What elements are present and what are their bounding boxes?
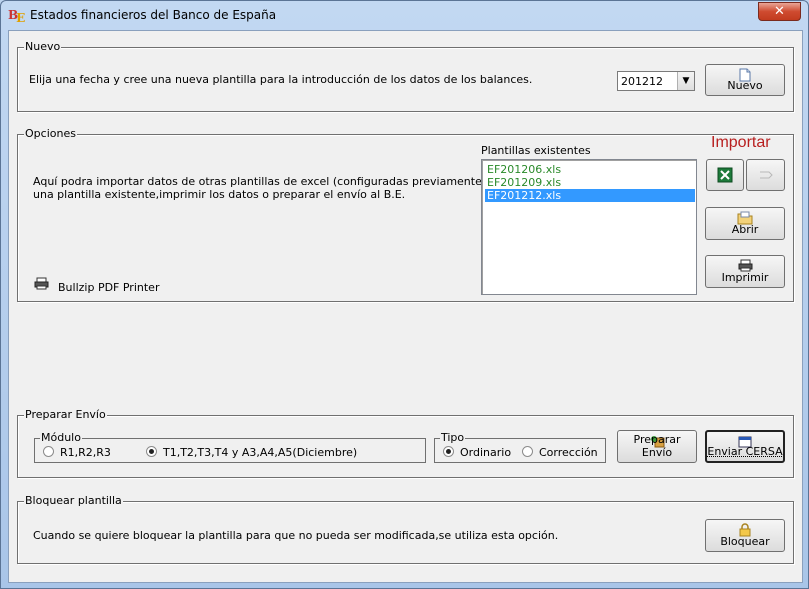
bloquear-button[interactable]: Bloquear — [705, 519, 785, 552]
list-label: Plantillas existentes — [481, 144, 591, 157]
list-item-selected[interactable]: EF201212.xls — [485, 189, 695, 202]
opciones-description-line1: Aquí podra importar datos de otras plant… — [33, 175, 516, 188]
imprimir-button[interactable]: Imprimir — [705, 255, 785, 288]
app-window: BE Estados financieros del Banco de Espa… — [0, 0, 809, 589]
close-button[interactable]: ✕ — [758, 2, 801, 21]
import-excel-button[interactable] — [706, 159, 744, 191]
list-item[interactable]: EF201206.xls — [485, 163, 695, 176]
import-other-button[interactable] — [746, 159, 785, 191]
preparar-envio-label: Preparar Envío — [633, 433, 681, 459]
group-bloquear-legend: Bloquear plantilla — [24, 494, 123, 508]
group-nuevo-legend: Nuevo — [24, 40, 62, 54]
chevron-down-icon[interactable]: ▼ — [677, 72, 694, 90]
abrir-button[interactable]: Abrir — [705, 207, 785, 240]
opciones-description-line2: una plantilla existente,imprimir los dat… — [33, 188, 406, 201]
templates-list[interactable]: EF201206.xls EF201209.xls EF201212.xls — [481, 159, 697, 295]
tipo-group: Tipo Ordinario Corrección — [434, 431, 606, 463]
radio-ordinario[interactable] — [443, 446, 454, 457]
group-preparar-legend: Preparar Envío — [24, 408, 107, 422]
modulo-legend: Módulo — [40, 431, 82, 445]
client-area: Nuevo Elija una fecha y cree una nueva p… — [8, 30, 803, 583]
bloquear-description: Cuando se quiere bloquear la plantilla p… — [33, 529, 559, 542]
group-bloquear: Bloquear plantilla Cuando se quiere bloq… — [17, 494, 794, 564]
abrir-button-label: Abrir — [731, 223, 759, 236]
date-select[interactable]: 201212 ▼ — [617, 71, 695, 91]
window-title: Estados financieros del Banco de España — [30, 8, 277, 22]
modulo-group: Módulo R1,R2,R3 T1,T2,T3,T4 y A3,A4,A5(D… — [34, 431, 426, 463]
radio-modulo-t[interactable] — [146, 446, 157, 457]
enviar-cersa-label: Enviar CERSA — [707, 445, 783, 458]
app-logo-icon: BE — [8, 8, 26, 25]
radio-correccion[interactable] — [522, 446, 533, 457]
excel-icon — [707, 167, 743, 186]
printer-name: Bullzip PDF Printer — [58, 281, 160, 294]
enviar-cersa-button[interactable]: Enviar CERSA — [705, 430, 785, 463]
radio-modulo-t-label: T1,T2,T3,T4 y A3,A4,A5(Diciembre) — [163, 446, 358, 459]
nuevo-button-label: Nuevo — [727, 79, 763, 92]
date-select-value: 201212 — [621, 75, 663, 88]
importar-label: Importar — [711, 134, 771, 151]
preparar-envio-button[interactable]: Preparar Envío — [617, 430, 697, 463]
radio-modulo-r[interactable] — [43, 446, 54, 457]
nuevo-description: Elija una fecha y cree una nueva plantil… — [29, 73, 533, 86]
imprimir-button-label: Imprimir — [721, 271, 769, 284]
radio-ordinario-label: Ordinario — [460, 446, 512, 459]
group-opciones-legend: Opciones — [24, 127, 77, 141]
list-item[interactable]: EF201209.xls — [485, 176, 695, 189]
radio-modulo-r-label: R1,R2,R3 — [60, 446, 111, 459]
title-bar[interactable]: BE Estados financieros del Banco de Espa… — [1, 1, 808, 29]
printer-icon — [34, 277, 49, 293]
disabled-import-icon — [747, 169, 784, 184]
tipo-legend: Tipo — [440, 431, 466, 445]
radio-correccion-label: Corrección — [539, 446, 598, 459]
nuevo-button[interactable]: Nuevo — [705, 64, 785, 96]
bloquear-button-label: Bloquear — [720, 535, 770, 548]
